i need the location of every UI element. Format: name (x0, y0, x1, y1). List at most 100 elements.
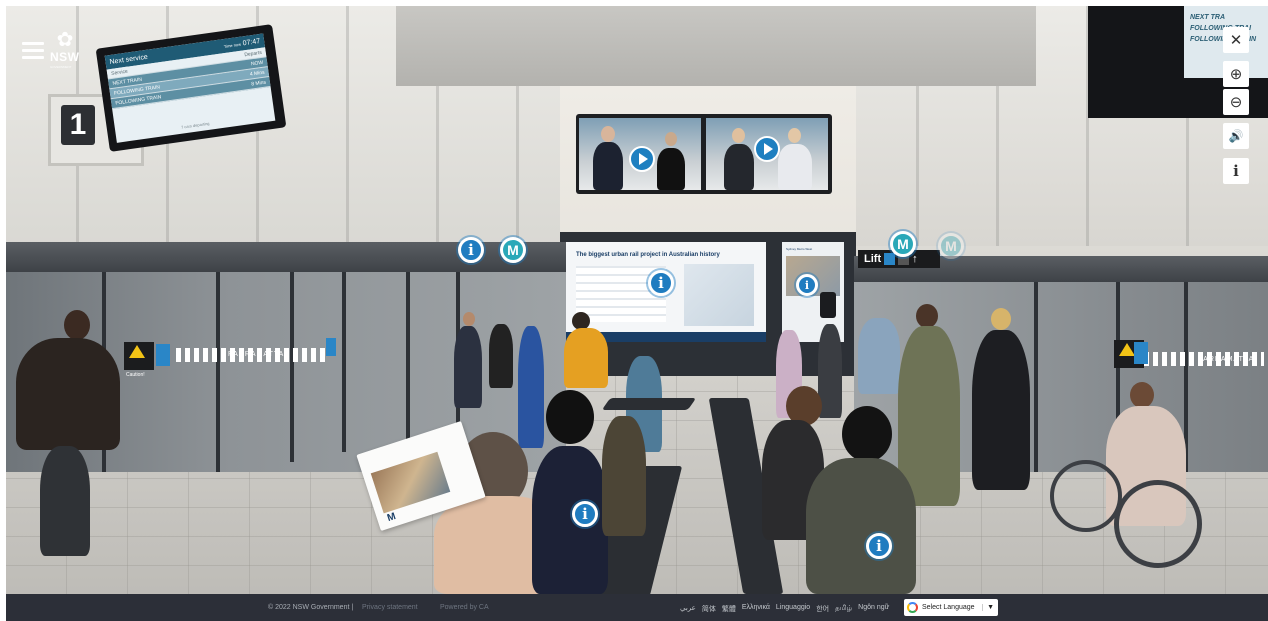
language-link[interactable]: தமிழ் (835, 604, 852, 614)
close-icon[interactable]: ✕ (1223, 27, 1249, 53)
next-service-screen: Next service Time now 07:47 Service Depar… (104, 33, 276, 143)
metro-hotspot[interactable]: M (500, 237, 526, 263)
wheelchair-wheel (1050, 460, 1122, 532)
presenter (657, 148, 685, 190)
language-link[interactable]: 한어 (816, 604, 829, 614)
right-board-row: NEXT TRA (1190, 14, 1225, 21)
language-link[interactable]: Ngôn ngữ (858, 604, 889, 614)
passenger (16, 338, 120, 450)
passenger (40, 446, 90, 556)
language-link[interactable]: 简体 (702, 604, 716, 614)
zoom-out-icon[interactable]: ⊖ (1223, 89, 1249, 115)
door-frame (342, 272, 346, 452)
station-name-left: PARRAMATTA (228, 351, 285, 358)
presenter (788, 128, 801, 143)
passenger (64, 310, 90, 340)
info-icon[interactable]: i (1223, 158, 1249, 184)
time-now-label: Time now (223, 41, 242, 49)
select-language-dropdown[interactable]: Select Language ▼ (904, 599, 998, 616)
door-frame (216, 272, 220, 472)
route-map (684, 264, 754, 326)
col-departs: Departs (243, 49, 263, 58)
video-play-button[interactable] (629, 146, 655, 172)
door-frame (406, 272, 410, 442)
ceiling-slab (396, 6, 1036, 86)
info-hotspot[interactable]: i (796, 274, 818, 296)
seated-passenger (842, 406, 892, 462)
station-name-right: PARRAMATTA (1198, 356, 1255, 363)
presenter (665, 132, 677, 146)
col-service: Service (110, 68, 129, 77)
menu-bar (22, 56, 44, 59)
service-time: 8 Mins (250, 79, 267, 88)
select-language-label: Select Language (922, 604, 975, 611)
caution-label: Caution! (126, 372, 145, 378)
video-wall (576, 114, 832, 194)
service-time: NOW (250, 59, 264, 67)
privacy-statement-link[interactable]: Privacy statement (362, 604, 418, 611)
passenger (858, 318, 900, 394)
footer: © 2022 NSW Government | Privacy statemen… (6, 594, 1268, 621)
language-link[interactable]: 繁體 (722, 604, 736, 614)
info-hotspot[interactable]: i (866, 533, 892, 559)
caution-sign (124, 342, 154, 370)
copyright-text: © 2022 NSW Government | (268, 604, 354, 611)
zoom-in-icon[interactable]: ⊕ (1223, 61, 1249, 87)
google-icon (907, 602, 918, 613)
accessibility-icon (884, 253, 896, 265)
platform-number: 1 (61, 105, 95, 145)
passenger (991, 308, 1011, 330)
language-link[interactable]: عربي (680, 604, 696, 614)
brochure-image (370, 451, 451, 514)
bench (601, 398, 697, 410)
information-board-title: The biggest urban rail project in Austra… (576, 252, 720, 258)
ceiling-rib (346, 6, 349, 246)
presenter (724, 144, 754, 190)
powered-by-link[interactable]: Powered by CA (440, 604, 489, 611)
door-frame (290, 272, 294, 462)
language-link[interactable]: Linguaggio (776, 604, 810, 614)
passenger (463, 312, 475, 326)
up-arrow-icon: ↑ (912, 253, 918, 265)
chevron-down-icon: ▼ (982, 604, 998, 611)
nsw-government-logo[interactable]: ✿ NSW GOVERNMENT (46, 30, 84, 72)
language-links: عربي 简体 繁體 Ελληνικά Linguaggio 한어 தமிழ் … (680, 604, 889, 614)
metro-hotspot-faded[interactable]: M (938, 233, 964, 259)
brochure-logo: M (385, 511, 398, 525)
phone-graphic (820, 292, 836, 318)
info-hotspot[interactable]: i (458, 237, 484, 263)
wheelchair-wheel (1114, 480, 1202, 568)
seated-passenger (806, 458, 916, 594)
accessibility-sign (156, 344, 170, 366)
accessibility-sign (326, 338, 336, 356)
passenger (518, 326, 544, 448)
info-hotspot[interactable]: i (648, 270, 674, 296)
lift-label: Lift (864, 253, 882, 265)
virtual-tour-viewport[interactable]: PARRAMATTA Caution! PARRAMATTA 1 Next se… (6, 6, 1268, 594)
passenger (564, 328, 608, 388)
metro-hotspot[interactable]: M (890, 231, 916, 257)
side-board-title: Sydney Metro West (786, 247, 813, 251)
presenter (601, 126, 615, 142)
passenger (916, 304, 938, 328)
logo-subtext: GOVERNMENT (50, 65, 72, 69)
door-frame (1034, 282, 1038, 472)
presenter (732, 128, 745, 143)
info-hotspot[interactable]: i (572, 501, 598, 527)
passenger (454, 326, 482, 408)
time-now-value: 07:47 (242, 37, 261, 47)
accessibility-sign (1134, 342, 1148, 364)
language-link[interactable]: Ελληνικά (742, 604, 770, 614)
seated-passenger (546, 390, 594, 444)
presenter (778, 144, 812, 190)
logo-text: NSW (50, 50, 80, 64)
menu-bar (22, 49, 44, 52)
seated-passenger (602, 416, 646, 536)
video-play-button[interactable] (754, 136, 780, 162)
waratah-icon: ✿ (56, 29, 74, 51)
seated-passenger (532, 446, 608, 594)
presenter (593, 142, 623, 190)
menu-bar (22, 42, 44, 45)
hamburger-menu-icon[interactable] (22, 42, 44, 60)
sound-icon[interactable]: 🔊 (1223, 123, 1249, 149)
